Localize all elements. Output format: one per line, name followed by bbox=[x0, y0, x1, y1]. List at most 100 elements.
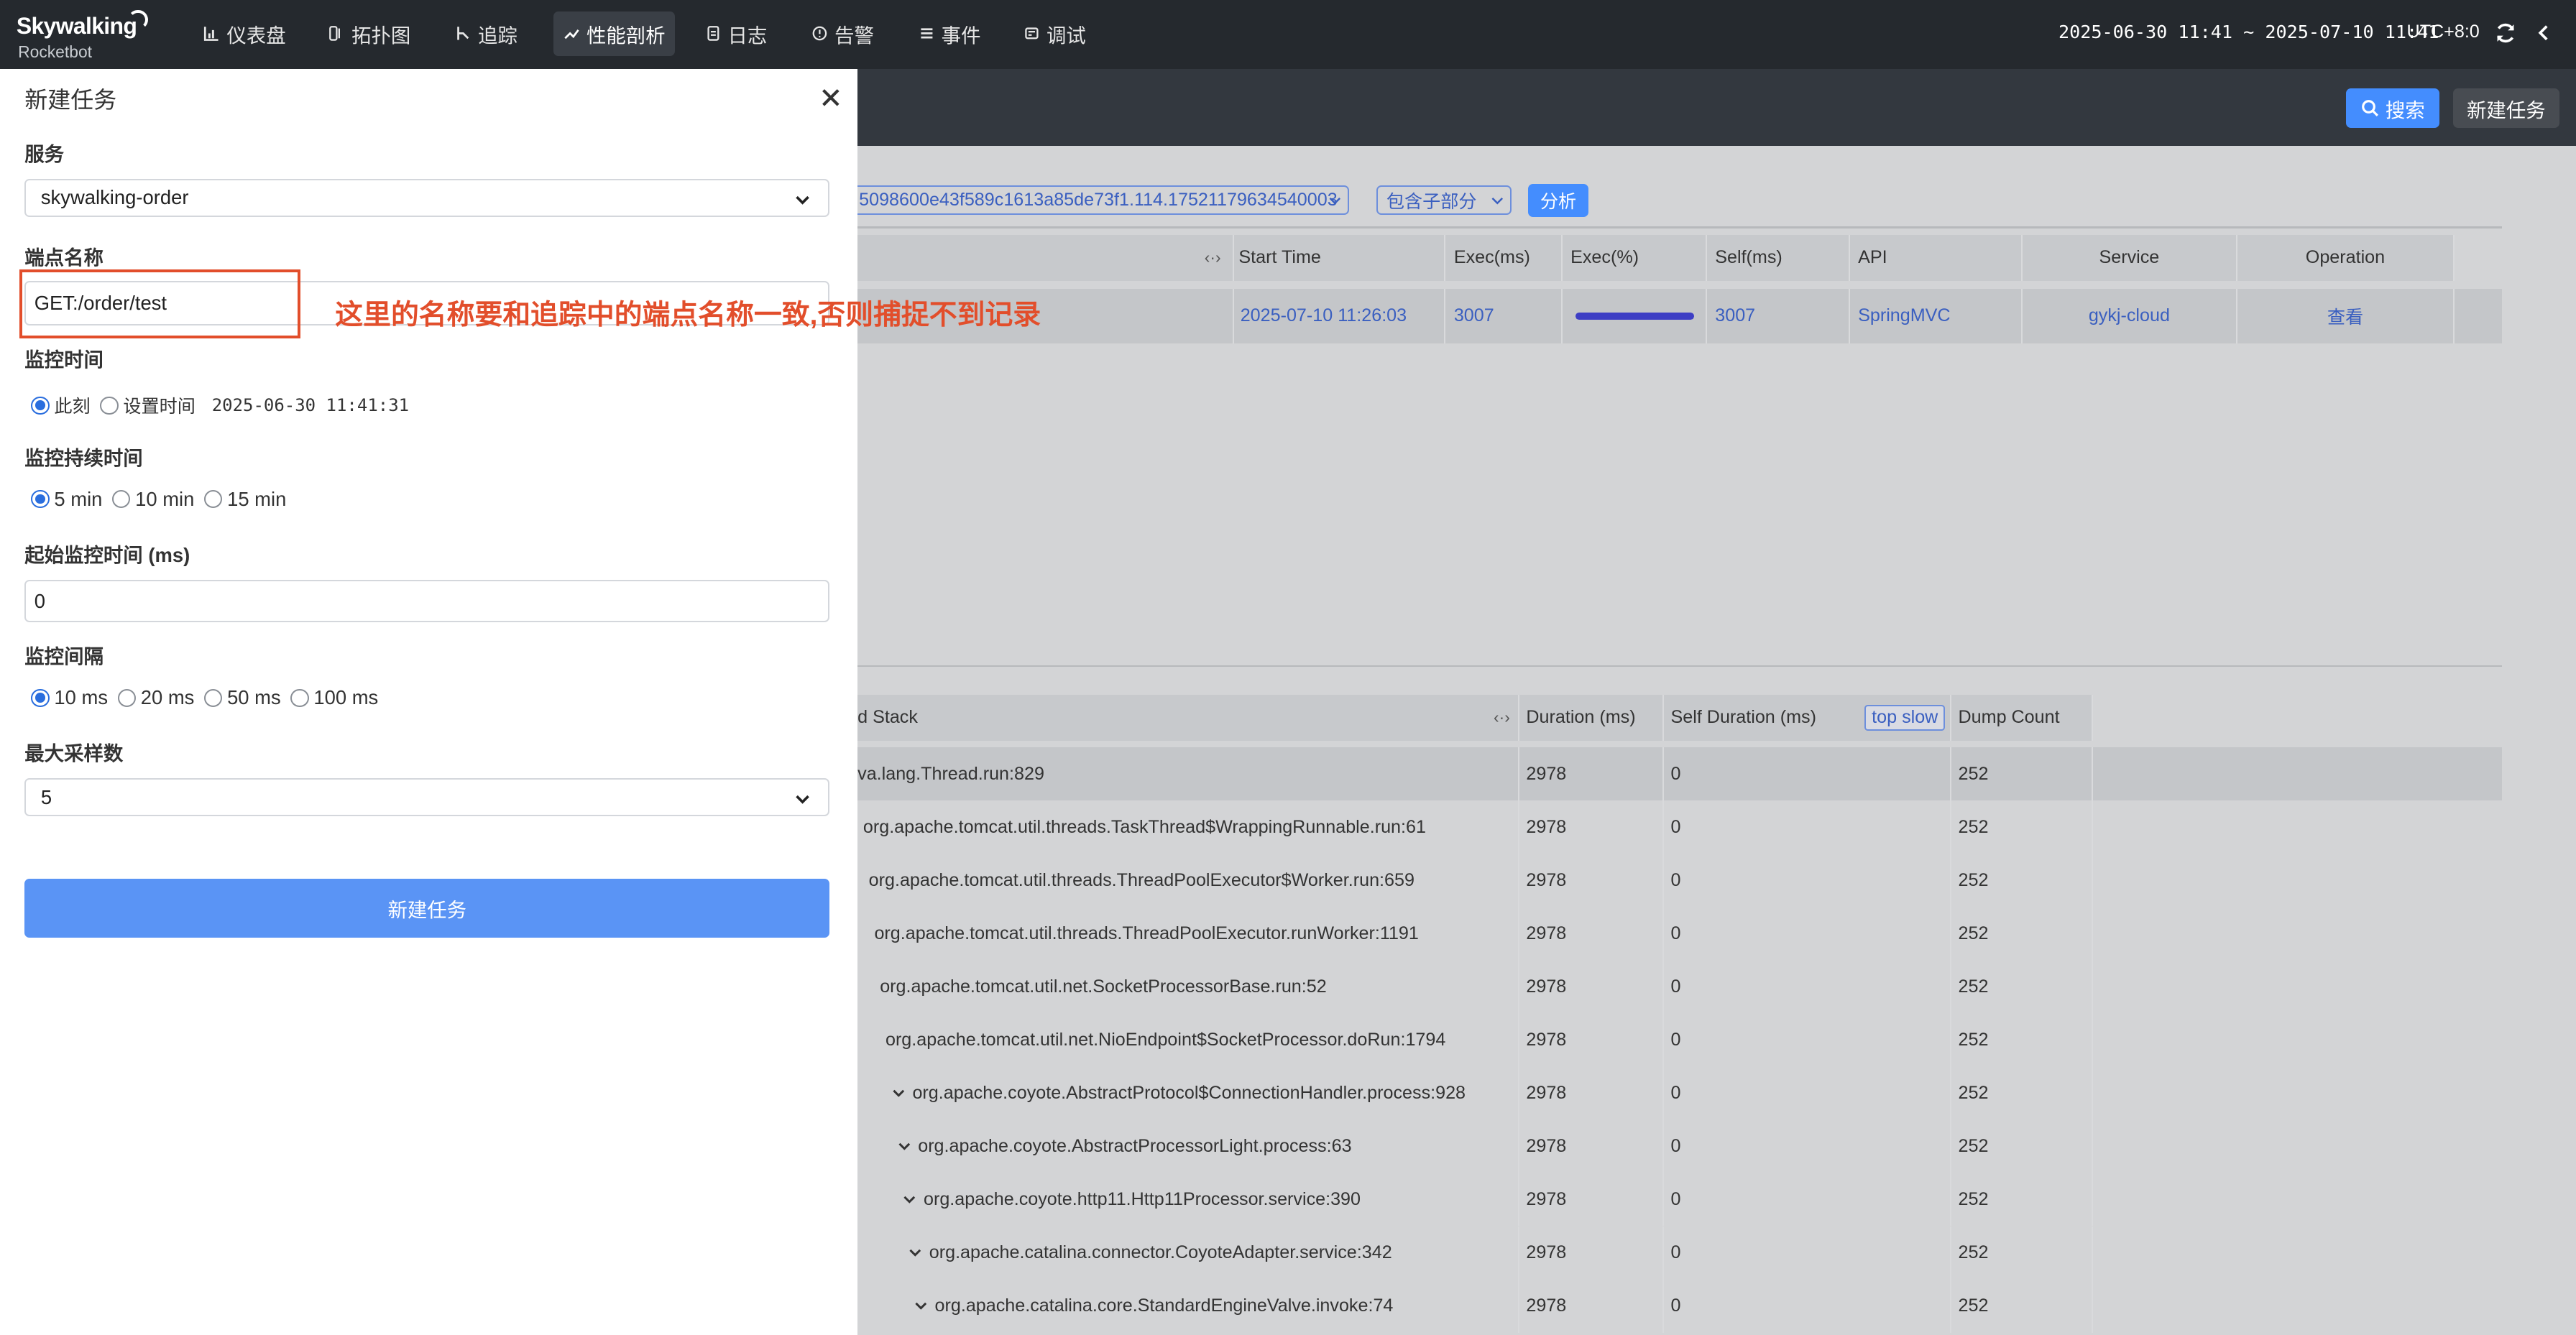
radio-duration-5[interactable]: 5 min bbox=[31, 488, 102, 511]
cell-stack-name: org.apache.coyote.AbstractProtocol$Conne… bbox=[857, 1066, 1520, 1120]
table-row[interactable]: org.apache.tomcat.util.net.NioEndpoint$S… bbox=[857, 1013, 2502, 1067]
search-button[interactable]: 搜索 bbox=[2345, 88, 2440, 129]
table-row[interactable]: org.apache.coyote.AbstractProcessorLight… bbox=[857, 1119, 2502, 1173]
column-header-exec-pct: Exec(%) bbox=[1563, 234, 1707, 281]
radio-unchecked-icon[interactable] bbox=[290, 688, 309, 707]
view-link[interactable]: 查看 bbox=[2237, 289, 2455, 343]
radio-unchecked-icon[interactable] bbox=[100, 396, 119, 415]
nav-tab-trace[interactable]: 追踪 bbox=[445, 11, 527, 56]
table-row[interactable]: org.apache.tomcat.util.net.SocketProcess… bbox=[857, 960, 2502, 1014]
nav-tab-debug[interactable]: 调试 bbox=[1013, 11, 1095, 56]
nav-tab-dashboard[interactable]: 仪表盘 bbox=[194, 11, 296, 56]
monitor-time-radios: 此刻 设置时间 2025-06-30 11:41:31 bbox=[31, 392, 409, 418]
cell-stack-name: org.apache.coyote.http11.Http11Processor… bbox=[857, 1173, 1520, 1227]
stack-table-header: d Stack ‹·› Duration (ms) Self Duration … bbox=[857, 694, 2093, 741]
close-icon[interactable] bbox=[820, 87, 842, 108]
table-row[interactable]: org.apache.catalina.connector.CoyoteAdap… bbox=[857, 1226, 2502, 1280]
refresh-icon[interactable] bbox=[2494, 22, 2517, 45]
cell-dump-count: 252 bbox=[1951, 960, 2093, 1014]
radio-checked-icon[interactable] bbox=[31, 490, 50, 509]
radio-unchecked-icon[interactable] bbox=[112, 490, 131, 509]
column-header-thread-stack: d Stack ‹·› bbox=[857, 694, 1520, 741]
cell-self-ms: 3007 bbox=[1707, 289, 1850, 343]
max-sample-label: 最大采样数 bbox=[24, 742, 124, 765]
chevron-down-icon[interactable] bbox=[897, 1139, 912, 1154]
column-resize-handle[interactable]: ‹·› bbox=[857, 234, 1234, 281]
alarm-icon bbox=[812, 27, 827, 41]
cell-duration: 2978 bbox=[1519, 747, 1665, 801]
radio-set-time[interactable]: 设置时间 bbox=[100, 392, 196, 418]
cell-duration: 2978 bbox=[1519, 1013, 1665, 1067]
table-row[interactable]: org.apache.tomcat.util.threads.TaskThrea… bbox=[857, 800, 2502, 854]
chevron-down-icon[interactable] bbox=[908, 1245, 923, 1260]
child-mode-value: 包含子部分 bbox=[1386, 191, 1477, 212]
segment-table-header: ‹·› Start Time Exec(ms) Exec(%) Self(ms)… bbox=[857, 234, 2455, 281]
resize-arrows-icon[interactable]: ‹·› bbox=[1494, 708, 1510, 727]
cell-dump-count: 252 bbox=[1951, 800, 2093, 854]
table-row[interactable]: org.apache.tomcat.util.threads.ThreadPoo… bbox=[857, 854, 2502, 907]
table-row[interactable]: org.apache.catalina.core.StandardEngineV… bbox=[857, 1279, 2502, 1333]
radio-interval-10[interactable]: 10 ms bbox=[31, 686, 108, 709]
radio-duration-15[interactable]: 15 min bbox=[204, 488, 286, 511]
radio-checked-icon[interactable] bbox=[31, 688, 50, 707]
nav-tab-label: 追踪 bbox=[478, 24, 518, 47]
table-row[interactable]: org.apache.coyote.AbstractProtocol$Conne… bbox=[857, 1066, 2502, 1120]
top-slow-button[interactable]: top slow bbox=[1864, 704, 1946, 731]
search-icon bbox=[2361, 100, 2378, 117]
table-row[interactable]: org.apache.tomcat.util.threads.ThreadPoo… bbox=[857, 907, 2502, 961]
radio-interval-100[interactable]: 100 ms bbox=[290, 686, 378, 709]
cell-self-duration: 0 bbox=[1664, 1279, 1952, 1333]
cell-self-duration: 0 bbox=[1664, 1066, 1952, 1120]
new-task-button[interactable]: 新建任务 bbox=[2452, 88, 2560, 129]
chevron-down-icon[interactable] bbox=[914, 1298, 929, 1313]
resize-arrows-icon[interactable]: ‹·› bbox=[1205, 248, 1221, 267]
radio-checked-icon[interactable] bbox=[31, 396, 50, 415]
cell-dump-count: 252 bbox=[1951, 747, 2093, 801]
chevron-down-icon[interactable] bbox=[902, 1192, 917, 1207]
drawer-title: 新建任务 bbox=[24, 87, 117, 114]
table-row[interactable]: 2025-07-10 11:26:03 3007 3007 SpringMVC … bbox=[857, 289, 2503, 343]
segment-select-value: 5098600e43f589c1613a85de73f1.114.1752117… bbox=[859, 190, 1338, 211]
divider bbox=[857, 665, 2503, 667]
nav-tab-topology[interactable]: 拓扑图 bbox=[318, 11, 420, 56]
create-task-button[interactable]: 新建任务 bbox=[24, 878, 830, 938]
radio-unchecked-icon[interactable] bbox=[204, 688, 223, 707]
segment-select[interactable]: 5098600e43f589c1613a85de73f1.114.1752117… bbox=[837, 185, 1349, 216]
nav-tab-label: 拓扑图 bbox=[351, 24, 411, 47]
column-header-thread-stack-label: d Stack bbox=[857, 707, 918, 728]
cell-dump-count: 252 bbox=[1951, 1066, 2093, 1120]
start-time-input[interactable]: 0 bbox=[24, 579, 830, 623]
date-range-picker[interactable]: 2025-06-30 11:41 ~ 2025-07-10 11:41 bbox=[2058, 22, 2439, 42]
nav-tab-alarm[interactable]: 告警 bbox=[801, 11, 883, 56]
child-mode-select[interactable]: 包含子部分 bbox=[1376, 185, 1512, 216]
cell-duration: 2978 bbox=[1519, 907, 1665, 961]
service-select[interactable]: skywalking-order bbox=[24, 179, 830, 217]
radio-now[interactable]: 此刻 bbox=[31, 392, 91, 418]
table-row[interactable]: va.lang.Thread.run:829 2978 0 252 bbox=[857, 747, 2503, 801]
stack-frame-label: org.apache.tomcat.util.net.NioEndpoint$S… bbox=[885, 1029, 1446, 1050]
radio-unchecked-icon[interactable] bbox=[117, 688, 136, 707]
analyze-button[interactable]: 分析 bbox=[1527, 183, 1589, 217]
max-sample-select[interactable]: 5 bbox=[24, 778, 830, 816]
stack-frame-label: org.apache.tomcat.util.net.SocketProcess… bbox=[880, 976, 1327, 997]
top-navbar: Skywalking Rocketbot 仪表盘 拓扑图 追踪 性能剖析 日志 … bbox=[0, 0, 2576, 69]
cell-duration: 2978 bbox=[1519, 1119, 1665, 1173]
nav-tab-log[interactable]: 日志 bbox=[695, 11, 777, 56]
radio-duration-10[interactable]: 10 min bbox=[112, 488, 194, 511]
radio-interval-50[interactable]: 50 ms bbox=[204, 686, 281, 709]
cell-stack-name: org.apache.coyote.AbstractProcessorLight… bbox=[857, 1119, 1520, 1173]
nav-tab-event[interactable]: 事件 bbox=[908, 11, 990, 56]
nav-tab-profile[interactable]: 性能剖析 bbox=[553, 11, 676, 56]
table-row[interactable]: org.apache.coyote.http11.Http11Processor… bbox=[857, 1173, 2502, 1227]
cell-exec-pct bbox=[1563, 289, 1707, 343]
interval-label: 监控间隔 bbox=[24, 645, 104, 668]
radio-label: 10 ms bbox=[54, 686, 109, 709]
timezone-label[interactable]: UTC+8:0 bbox=[2407, 22, 2480, 42]
radio-unchecked-icon[interactable] bbox=[204, 490, 223, 509]
chevron-left-icon[interactable] bbox=[2534, 23, 2553, 42]
chevron-down-icon[interactable] bbox=[891, 1086, 906, 1101]
duration-radios: 5 min 10 min 15 min bbox=[31, 488, 296, 511]
logo-mark-icon bbox=[128, 9, 148, 30]
radio-interval-20[interactable]: 20 ms bbox=[117, 686, 194, 709]
cell-duration: 2978 bbox=[1519, 960, 1665, 1014]
